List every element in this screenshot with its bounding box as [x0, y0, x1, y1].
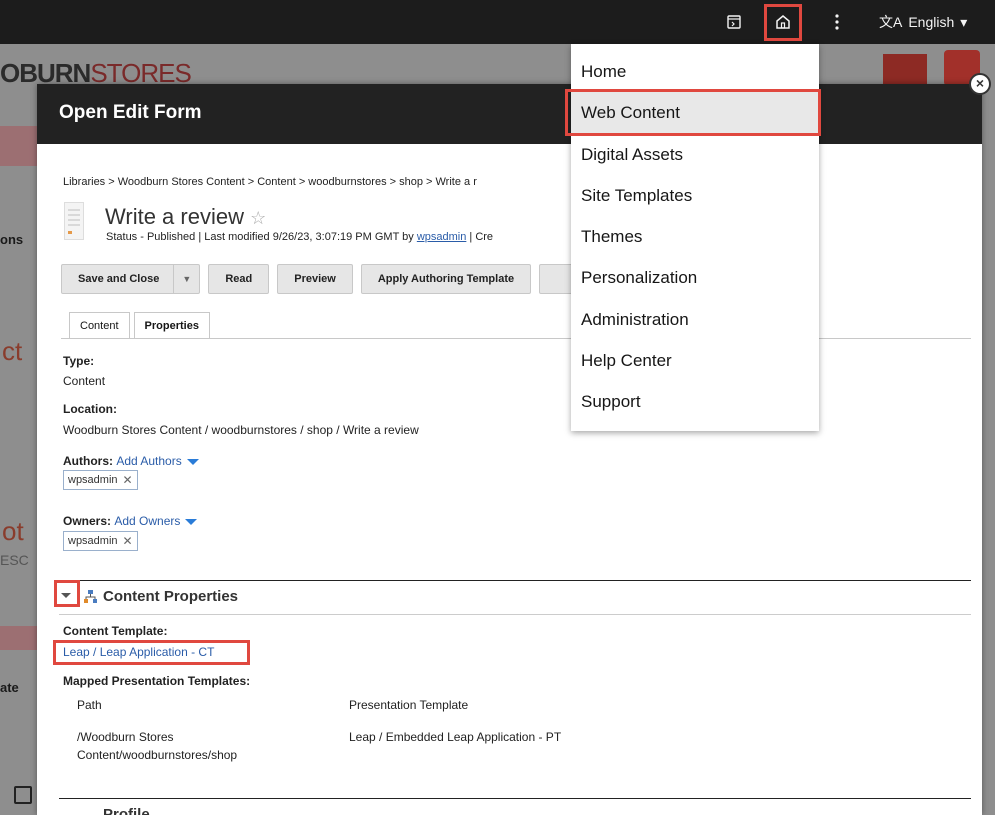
- menu-item-digital-assets[interactable]: Digital Assets: [571, 134, 819, 175]
- column-header-presentation: Presentation Template: [349, 698, 469, 712]
- type-label: Type:: [63, 354, 95, 368]
- add-owners-link[interactable]: Add Owners: [114, 514, 180, 528]
- type-value: Content: [63, 374, 106, 388]
- document-icon: [64, 202, 84, 240]
- column-header-path: Path: [77, 698, 102, 712]
- background-snippet: ESC: [0, 552, 29, 568]
- star-icon[interactable]: ☆: [250, 208, 266, 228]
- background-band: [0, 626, 40, 650]
- cart-icon: [883, 54, 927, 84]
- location-label: Location:: [63, 402, 117, 416]
- owners-row: Owners: Add Owners: [63, 514, 198, 528]
- background-snippet: ot: [2, 516, 24, 546]
- top-bar: 文A English ▾: [0, 0, 995, 44]
- remove-icon[interactable]: ✕: [123, 534, 133, 548]
- mapped-templates-label: Mapped Presentation Templates:: [63, 674, 251, 688]
- menu-item-help-center[interactable]: Help Center: [571, 340, 819, 381]
- row-path-line2: Content/woodburnstores/shop: [77, 748, 238, 762]
- presentation-template-link[interactable]: Leap / Embedded Leap Application - PT: [349, 730, 561, 744]
- row-path-line1: /Woodburn Stores: [77, 730, 174, 744]
- chevron-down-icon[interactable]: ▼: [173, 265, 199, 293]
- language-selector[interactable]: 文A English ▾: [879, 12, 967, 32]
- content-template-link[interactable]: Leap / Leap Application - CT: [63, 645, 214, 659]
- translate-icon: 文A: [879, 14, 903, 30]
- content-template-label: Content Template:: [63, 624, 168, 638]
- panel-toggle-icon[interactable]: [722, 10, 746, 34]
- read-button[interactable]: Read: [208, 264, 270, 294]
- save-and-close-button[interactable]: Save and Close ▼: [61, 264, 201, 294]
- owner-chip: wpsadmin ✕: [63, 531, 138, 551]
- preview-button[interactable]: Preview: [277, 264, 353, 294]
- menu-item-support[interactable]: Support: [571, 381, 819, 422]
- tab-properties[interactable]: Properties: [133, 312, 210, 339]
- web-content-highlight-box: [565, 89, 821, 136]
- menu-item-home[interactable]: Home: [571, 51, 819, 92]
- home-highlight-box: [764, 4, 802, 41]
- menu-item-site-templates[interactable]: Site Templates: [571, 175, 819, 216]
- item-title: Write a review ☆: [105, 204, 267, 229]
- collapse-icon[interactable]: [61, 593, 71, 598]
- edit-icon: [14, 786, 32, 804]
- author-chip: wpsadmin ✕: [63, 470, 138, 490]
- status-line: Status - Published | Last modified 9/26/…: [106, 231, 494, 243]
- section-divider: [59, 580, 971, 581]
- menu-item-administration[interactable]: Administration: [571, 299, 819, 340]
- remove-icon[interactable]: ✕: [123, 473, 133, 487]
- user-link[interactable]: wpsadmin: [417, 231, 467, 243]
- breadcrumb[interactable]: Libraries > Woodburn Stores Content > Co…: [63, 176, 477, 188]
- chevron-down-icon[interactable]: [186, 458, 199, 465]
- menu-item-personalization[interactable]: Personalization: [571, 257, 819, 298]
- background-snippet: ate: [0, 680, 19, 695]
- more-options-icon[interactable]: [825, 10, 849, 34]
- add-authors-link[interactable]: Add Authors: [116, 454, 181, 468]
- content-properties-title[interactable]: Content Properties: [103, 588, 238, 605]
- background-band: [0, 126, 40, 166]
- section-divider: [59, 798, 971, 799]
- tab-content[interactable]: Content: [69, 312, 130, 339]
- chevron-down-icon: ▾: [960, 13, 968, 30]
- hierarchy-icon: [84, 590, 97, 603]
- close-icon[interactable]: ×: [969, 73, 991, 95]
- toolbar: Save and Close ▼ Read Preview Apply Auth…: [61, 264, 580, 294]
- apply-authoring-template-button[interactable]: Apply Authoring Template: [360, 264, 532, 294]
- language-label: English: [908, 14, 955, 30]
- background-snippet: ons: [0, 232, 24, 247]
- section-divider: [59, 614, 971, 615]
- tab-bar: Content Properties: [69, 312, 214, 339]
- menu-item-themes[interactable]: Themes: [571, 216, 819, 257]
- tab-divider: [61, 338, 971, 339]
- profile-section-title[interactable]: Profile: [103, 806, 150, 815]
- location-value: Woodburn Stores Content / woodburnstores…: [63, 423, 419, 437]
- modal-title: Open Edit Form: [37, 84, 982, 144]
- authors-row: Authors: Add Authors: [63, 454, 199, 468]
- chevron-down-icon[interactable]: [185, 518, 198, 525]
- edit-form-modal: Open Edit Form Libraries > Woodburn Stor…: [37, 84, 982, 815]
- background-snippet: ct: [2, 336, 23, 366]
